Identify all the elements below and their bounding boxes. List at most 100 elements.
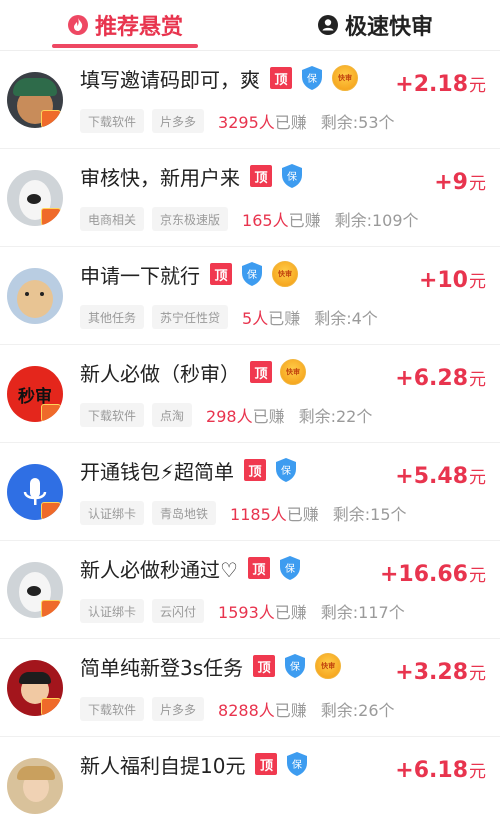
earned-count: 5人已赚 [242, 305, 300, 329]
earned-label: 已赚 [288, 211, 321, 230]
task-item[interactable]: 申请一下就行 顶 保 快审 +10元 其他任务 苏宁任性贷 5人已赚 剩余:4个 [0, 247, 500, 345]
task-reward: +6.18元 [395, 757, 486, 783]
task-title: 审核快，新用户来 [80, 165, 240, 190]
task-title: 开通钱包⚡超简单 [80, 459, 235, 484]
red-envelope-icon [41, 600, 61, 618]
tab-fast-review[interactable]: 极速快审 [250, 0, 500, 50]
task-title: 简单纯新登3s任务 [80, 655, 244, 680]
task-reward: +9元 [434, 169, 486, 195]
earned-count: 1593人已赚 [218, 599, 307, 623]
earned-label: 已赚 [274, 701, 307, 720]
reward-amount: +3.28 [395, 660, 468, 685]
task-reward: +5.48元 [395, 463, 486, 489]
earned-number: 298人 [206, 407, 253, 426]
reward-amount: +16.66 [379, 562, 468, 587]
earned-label: 已赚 [268, 309, 301, 328]
red-envelope-icon [41, 404, 61, 422]
earned-count: 298人已赚 [206, 403, 285, 427]
earned-count: 3295人已赚 [218, 109, 307, 133]
task-title: 新人必做秒通过♡ [80, 557, 238, 582]
top-badge: 顶 [210, 263, 232, 285]
fast-review-badge: 快审 [280, 359, 306, 385]
red-envelope-icon [41, 502, 61, 520]
task-reward: +6.28元 [395, 365, 486, 391]
top-badge: 顶 [255, 753, 278, 775]
app-tag: 点淘 [152, 403, 193, 427]
reward-amount: +9 [434, 170, 468, 195]
category-tag: 认证绑卡 [80, 501, 145, 525]
earned-number: 3295人 [218, 113, 275, 132]
avatar: 秒审 [7, 366, 63, 422]
tab-bar: 推荐悬赏 极速快审 [0, 0, 500, 51]
active-tab-indicator [52, 44, 198, 48]
remaining-count: 剩余:117个 [320, 603, 405, 622]
task-item[interactable]: 新人必做秒通过♡ 顶 保 +16.66元 认证绑卡 云闪付 1593人已赚 剩余… [0, 541, 500, 639]
task-list: 填写邀请码即可，爽 顶 保 快审 +2.18元 下载软件 片多多 3295人已赚… [0, 51, 500, 827]
reward-unit: 元 [469, 664, 486, 684]
red-envelope-icon [41, 698, 61, 716]
earned-count: 165人已赚 [242, 207, 321, 231]
tab-label: 推荐悬赏 [94, 15, 183, 40]
fast-review-badge: 快审 [332, 65, 358, 91]
svg-text:保: 保 [287, 170, 297, 183]
task-item[interactable]: 填写邀请码即可，爽 顶 保 快审 +2.18元 下载软件 片多多 3295人已赚… [0, 51, 500, 149]
reward-unit: 元 [469, 272, 486, 292]
avatar-text: 秒审 [18, 386, 52, 407]
top-badge: 顶 [253, 655, 276, 677]
tab-recommended-bounty[interactable]: 推荐悬赏 [0, 0, 250, 50]
category-tag: 认证绑卡 [80, 599, 145, 623]
red-envelope-icon [41, 208, 61, 226]
task-item[interactable]: 秒审 新人必做（秒审） 顶 快审 +6.28元 下载软件 点淘 298人已赚 剩… [0, 345, 500, 443]
reward-unit: 元 [469, 370, 486, 390]
avatar [7, 72, 63, 128]
task-reward: +16.66元 [380, 561, 486, 587]
task-item[interactable]: 简单纯新登3s任务 顶 保 快审 +3.28元 下载软件 片多多 8288人已赚… [0, 639, 500, 737]
category-tag: 下载软件 [80, 109, 145, 133]
fast-review-badge: 快审 [315, 653, 342, 679]
earned-number: 5人 [242, 309, 269, 328]
task-item[interactable]: 开通钱包⚡超简单 顶 保 +5.48元 认证绑卡 青岛地铁 1185人已赚 剩余… [0, 443, 500, 541]
app-tag: 片多多 [152, 109, 205, 133]
user-circle-icon [317, 15, 338, 35]
task-title: 填写邀请码即可，爽 [80, 67, 260, 92]
fast-review-badge: 快审 [272, 261, 298, 287]
guarantee-shield-icon: 保 [302, 66, 322, 90]
task-item[interactable]: 审核快，新用户来 顶 保 +9元 电商相关 京东极速版 165人已赚 剩余:10… [0, 149, 500, 247]
task-reward: +10元 [419, 267, 486, 293]
task-reward: +2.18元 [395, 71, 486, 97]
guarantee-shield-icon: 保 [276, 458, 297, 482]
remaining-count: 剩余:109个 [334, 211, 419, 230]
earned-label: 已赚 [286, 505, 319, 524]
category-tag: 下载软件 [80, 403, 145, 427]
app-tag: 青岛地铁 [152, 501, 217, 525]
category-tag: 下载软件 [80, 697, 145, 721]
earned-label: 已赚 [274, 113, 307, 132]
task-item[interactable]: 新人福利自提10元 顶 保 +6.18元 [0, 737, 500, 827]
top-badge: 顶 [250, 165, 272, 187]
tab-label: 极速快审 [344, 15, 433, 40]
avatar [7, 562, 63, 618]
svg-text:保: 保 [307, 72, 317, 85]
reward-amount: +10 [418, 268, 468, 293]
avatar [7, 170, 63, 226]
task-title: 新人必做（秒审） [80, 361, 240, 386]
svg-text:保: 保 [247, 268, 257, 281]
app-tag: 片多多 [152, 697, 205, 721]
reward-amount: +6.18 [395, 758, 468, 783]
reward-unit: 元 [469, 566, 486, 586]
remaining-count: 剩余:22个 [298, 407, 373, 426]
guarantee-shield-icon: 保 [287, 752, 308, 776]
app-tag: 苏宁任性贷 [152, 305, 229, 329]
guarantee-shield-icon: 保 [282, 164, 302, 188]
guarantee-shield-icon: 保 [242, 262, 262, 286]
avatar [7, 660, 63, 716]
avatar [7, 464, 63, 520]
svg-text:保: 保 [285, 562, 295, 575]
task-title: 申请一下就行 [80, 263, 200, 288]
category-tag: 其他任务 [80, 305, 145, 329]
top-badge: 顶 [270, 67, 292, 89]
earned-label: 已赚 [274, 603, 307, 622]
earned-count: 1185人已赚 [230, 501, 319, 525]
reward-amount: +5.48 [395, 464, 468, 489]
task-title: 新人福利自提10元 [80, 753, 246, 778]
